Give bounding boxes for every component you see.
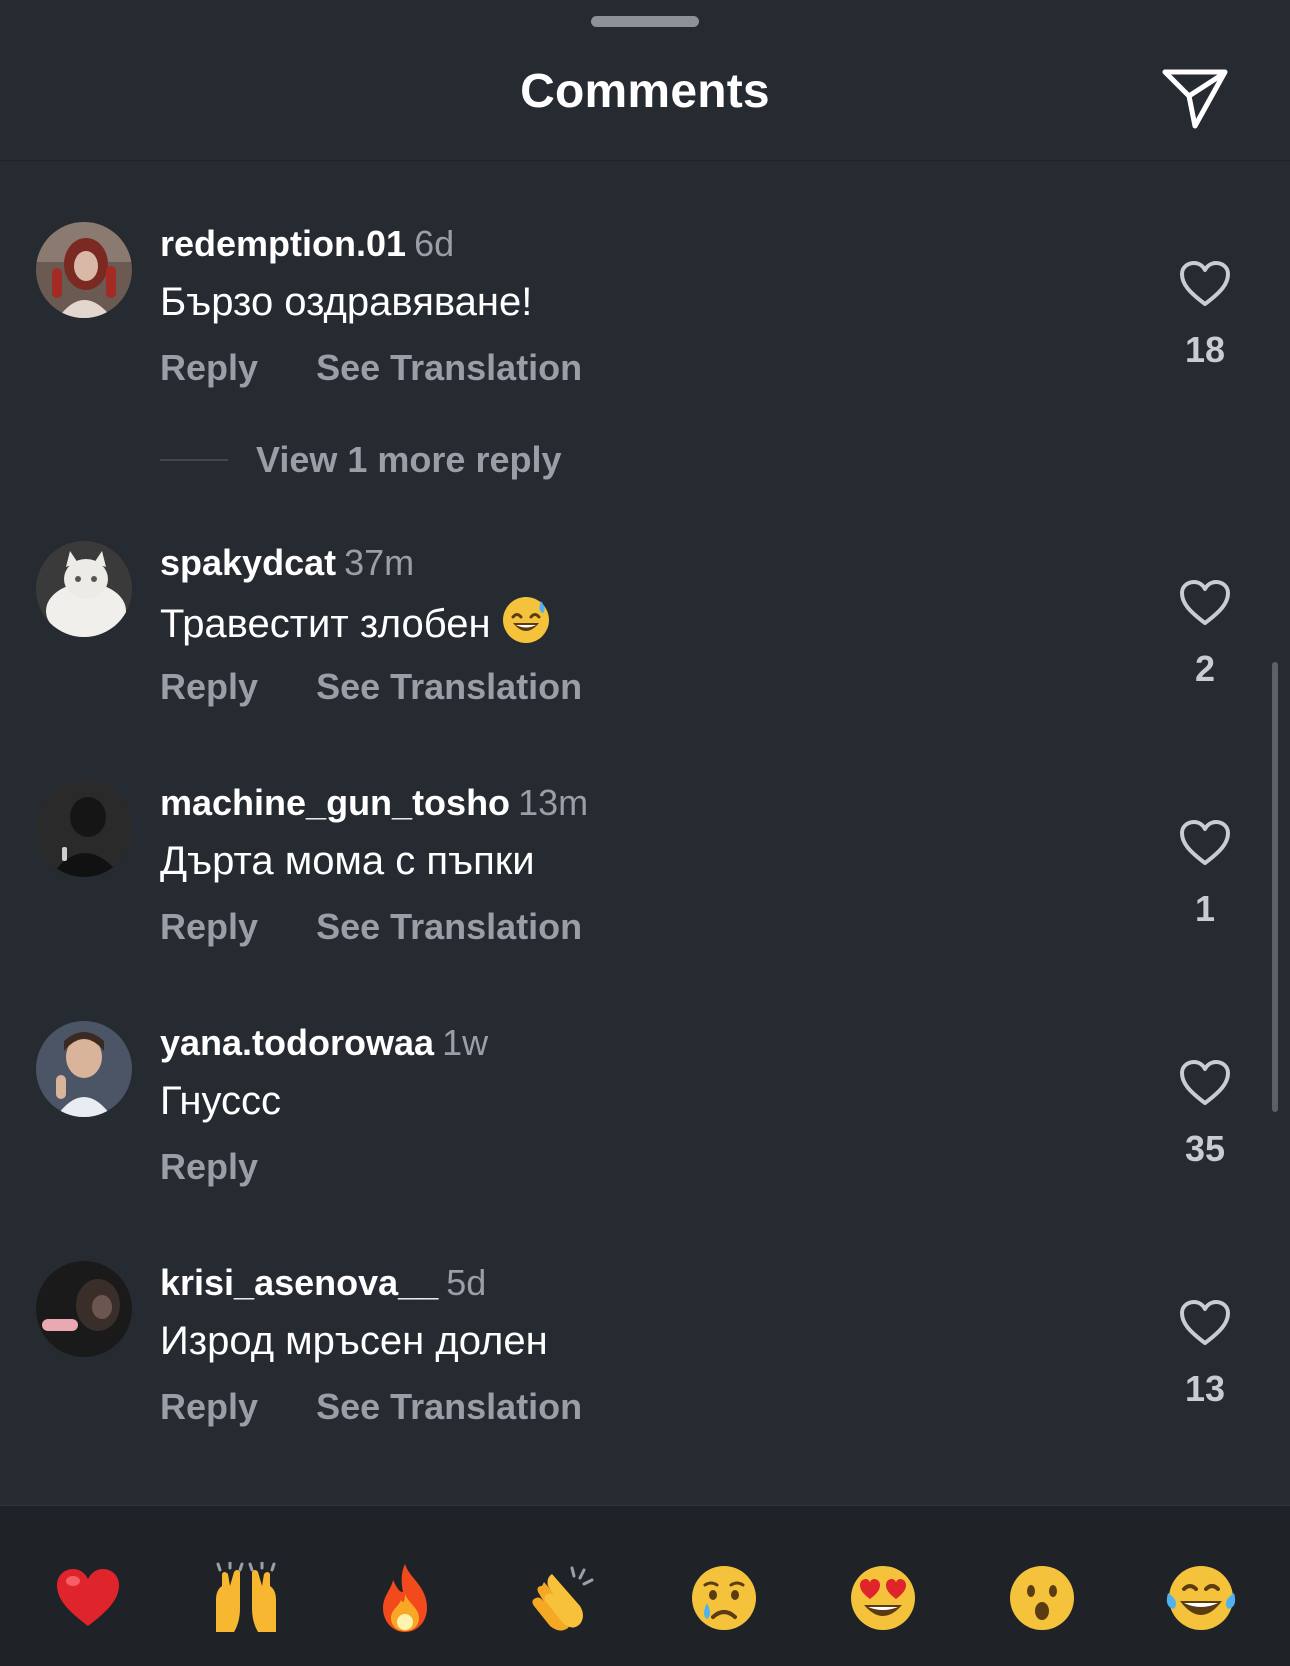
- view-replies-button[interactable]: View 1 more reply: [160, 438, 562, 482]
- comment-actions: Reply: [160, 1145, 258, 1189]
- timestamp: 1w: [442, 1022, 489, 1063]
- comment-text: Бързо оздравяване!: [160, 280, 533, 324]
- heart-outline-icon[interactable]: [1179, 1299, 1231, 1347]
- username[interactable]: redemption.01: [160, 223, 406, 264]
- comment-meta: krisi_asenova__ 5d: [160, 1261, 486, 1305]
- comment-meta: spakydcat 37m: [160, 541, 414, 585]
- comments-list[interactable]: redemption.01 6d Бързо оздравяване! Reply…: [0, 160, 1290, 1505]
- like-area: 35: [1165, 1059, 1245, 1170]
- heart-outline-icon[interactable]: [1179, 1059, 1231, 1107]
- avatar[interactable]: [36, 781, 132, 877]
- comment-actions: Reply See Translation: [160, 1385, 582, 1429]
- like-area: 13: [1165, 1299, 1245, 1410]
- timestamp: 13m: [518, 782, 589, 823]
- see-translation-button[interactable]: See Translation: [316, 666, 582, 707]
- heart-eyes-emoji[interactable]: [843, 1558, 923, 1638]
- timestamp: 5d: [446, 1262, 487, 1303]
- like-count: 1: [1194, 888, 1216, 929]
- username[interactable]: spakydcat: [160, 542, 336, 583]
- comment-item: machine_gun_tosho 13m Дърта мома с пъпки …: [0, 719, 1290, 947]
- red-heart-emoji[interactable]: [48, 1558, 128, 1638]
- comment-actions: Reply See Translation: [160, 665, 582, 709]
- avatar[interactable]: [36, 222, 132, 318]
- page-title: Comments: [520, 65, 770, 118]
- timestamp: 37m: [344, 542, 415, 583]
- like-count: 2: [1194, 648, 1216, 689]
- username[interactable]: yana.todorowaa: [160, 1022, 434, 1063]
- comment-text-content: Травестит злобен: [160, 602, 491, 646]
- share-button[interactable]: [1155, 58, 1235, 138]
- comment-text: Изрод мръсен долен: [160, 1319, 548, 1363]
- scrollbar[interactable]: [1272, 662, 1278, 1112]
- comment-item: yana.todorowaa 1w Гнуссс Reply 35: [0, 959, 1290, 1187]
- like-count: 13: [1184, 1368, 1226, 1409]
- quick-reaction-bar: [0, 1505, 1290, 1666]
- heart-outline-icon[interactable]: [1179, 579, 1231, 627]
- view-replies-label: View 1 more reply: [256, 439, 562, 480]
- like-count: 35: [1184, 1128, 1226, 1169]
- comment-meta: redemption.01 6d: [160, 222, 454, 266]
- comment-item: krisi_asenova__ 5d Изрод мръсен долен Rep…: [0, 1199, 1290, 1427]
- avatar[interactable]: [36, 1021, 132, 1117]
- like-area: 2: [1165, 579, 1245, 690]
- surprised-face-emoji[interactable]: [1002, 1558, 1082, 1638]
- sheet-header: Comments: [0, 40, 1290, 161]
- avatar[interactable]: [36, 541, 132, 637]
- comment-actions: Reply See Translation: [160, 346, 582, 390]
- clapping-hands-emoji[interactable]: [524, 1558, 604, 1638]
- fire-emoji[interactable]: [365, 1558, 445, 1638]
- comment-item: redemption.01 6d Бързо оздравяване! Reply…: [0, 160, 1290, 480]
- username[interactable]: machine_gun_tosho: [160, 782, 510, 823]
- comment-actions: Reply See Translation: [160, 905, 582, 949]
- see-translation-button[interactable]: See Translation: [316, 1386, 582, 1427]
- heart-outline-icon[interactable]: [1179, 819, 1231, 867]
- see-translation-button[interactable]: See Translation: [316, 347, 582, 388]
- comment-text: Травестит злобен: [160, 595, 551, 658]
- sheet-grabber[interactable]: [591, 16, 699, 27]
- paper-plane-icon: [1162, 69, 1228, 129]
- comment-item: spakydcat37m Травестит злобен Reply See: [0, 479, 1290, 707]
- see-translation-button[interactable]: See Translation: [316, 906, 582, 947]
- tears-of-joy-emoji[interactable]: [1161, 1558, 1241, 1638]
- comment-text: Дърта мома с пъпки: [160, 839, 535, 883]
- reply-button[interactable]: Reply: [160, 906, 258, 947]
- username[interactable]: krisi_asenova__: [160, 1262, 438, 1303]
- like-area: 1: [1165, 819, 1245, 930]
- comment-meta: yana.todorowaa 1w: [160, 1021, 488, 1065]
- avatar[interactable]: [36, 1261, 132, 1357]
- comment-text: Гнуссс: [160, 1079, 282, 1123]
- reply-button[interactable]: Reply: [160, 666, 258, 707]
- like-count: 18: [1184, 329, 1226, 370]
- divider-line: [160, 459, 228, 461]
- comments-sheet: Comments redemption.01 6d Бързо оздравяв…: [0, 0, 1290, 1666]
- crying-face-emoji[interactable]: [684, 1558, 764, 1638]
- comment-meta: machine_gun_tosho 13m: [160, 781, 588, 825]
- heart-outline-icon[interactable]: [1179, 260, 1231, 308]
- reply-button[interactable]: Reply: [160, 1146, 258, 1187]
- grinning-sweat-emoji: [501, 595, 551, 658]
- timestamp: 6d: [414, 223, 455, 264]
- reply-button[interactable]: Reply: [160, 1386, 258, 1427]
- raising-hands-emoji[interactable]: [206, 1558, 286, 1638]
- reply-button[interactable]: Reply: [160, 347, 258, 388]
- like-area: 18: [1165, 260, 1245, 371]
